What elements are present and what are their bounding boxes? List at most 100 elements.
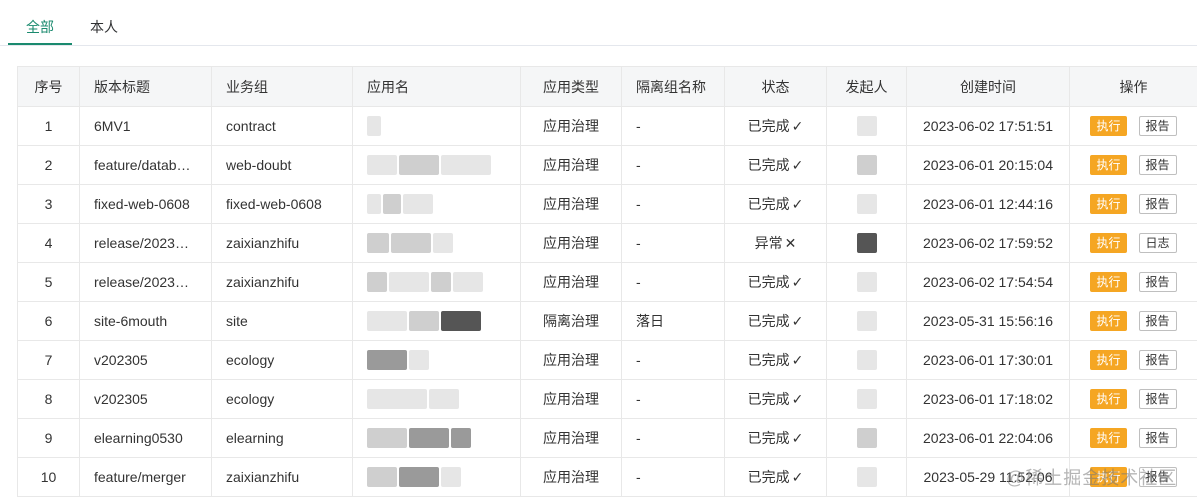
cell-actions: 执行 报告: [1069, 418, 1197, 458]
status-text: 已完成: [747, 313, 790, 329]
cell-title: v202305: [79, 379, 212, 419]
cell-app-type: 应用治理: [520, 262, 622, 302]
redacted-block: [367, 155, 397, 175]
cell-group: fixed-web-0608: [211, 184, 353, 224]
execute-button[interactable]: 执行: [1090, 155, 1127, 175]
report-button[interactable]: 报告: [1138, 194, 1177, 214]
table-row: 8 v202305 ecology 应用治理 - 已完成 ✓ 2023-06-01…: [17, 379, 1197, 419]
cell-no: 5: [17, 262, 80, 302]
redacted-block: [433, 233, 453, 253]
table-row: 7 v202305 ecology 应用治理 - 已完成 ✓ 2023-06-01…: [17, 340, 1197, 380]
header-initiator: 发起人: [826, 66, 907, 107]
report-button[interactable]: 报告: [1138, 350, 1177, 370]
tab-all[interactable]: 全部: [26, 17, 54, 37]
execute-button[interactable]: 执行: [1090, 350, 1127, 370]
cell-created: 2023-06-01 12:44:16: [906, 184, 1070, 224]
cell-group: ecology: [211, 379, 353, 419]
cell-isolation: 落日: [621, 301, 725, 341]
report-button[interactable]: 报告: [1138, 116, 1177, 136]
report-button[interactable]: 报告: [1138, 389, 1177, 409]
check-icon: ✓: [791, 352, 804, 368]
cell-app-type: 应用治理: [520, 106, 622, 146]
redacted-block: [403, 194, 433, 214]
cell-app-type: 应用治理: [520, 418, 622, 458]
cell-no: 9: [17, 418, 80, 458]
cell-created: 2023-06-01 17:30:01: [906, 340, 1070, 380]
table-header-row: 序号 版本标题 业务组 应用名 应用类型 隔离组名称 状态 发起人 创建时间 操…: [17, 66, 1197, 107]
redacted-block: [367, 389, 427, 409]
redacted-block: [409, 428, 449, 448]
cell-actions: 执行 报告: [1069, 106, 1197, 146]
cross-icon: ✕: [784, 235, 797, 251]
redacted-block: [367, 194, 381, 214]
execute-button[interactable]: 执行: [1090, 233, 1127, 253]
tab-mine[interactable]: 本人: [90, 17, 118, 37]
report-button[interactable]: 报告: [1138, 272, 1177, 292]
cell-title-text: fixed-web-0608: [94, 196, 190, 212]
cell-app-type: 隔离治理: [520, 301, 622, 341]
header-isolation: 隔离组名称: [621, 66, 725, 107]
cell-app-name: [352, 379, 521, 419]
cell-app-name: [352, 262, 521, 302]
redacted-avatar: [856, 350, 877, 370]
report-button[interactable]: 报告: [1138, 311, 1177, 331]
cell-status: 已完成 ✓: [724, 301, 827, 341]
cell-actions: 执行 报告: [1069, 184, 1197, 224]
cell-created: 2023-06-01 20:15:04: [906, 145, 1070, 185]
cell-created: 2023-06-01 22:04:06: [906, 418, 1070, 458]
redacted-block: [391, 233, 431, 253]
cell-app-name: [352, 340, 521, 380]
redacted-block: [367, 350, 407, 370]
execute-button[interactable]: 执行: [1090, 389, 1127, 409]
check-icon: ✓: [791, 313, 804, 329]
cell-status: 已完成 ✓: [724, 106, 827, 146]
redacted-block: [441, 311, 481, 331]
header-title: 版本标题: [79, 66, 212, 107]
report-button[interactable]: 报告: [1138, 155, 1177, 175]
cell-no: 3: [17, 184, 80, 224]
cell-no: 10: [17, 457, 80, 497]
cell-isolation: -: [621, 457, 725, 497]
cell-app-type: 应用治理: [520, 379, 622, 419]
table-row: 6 site-6mouth site 隔离治理 落日 已完成 ✓ 2023-05-…: [17, 301, 1197, 341]
cell-status: 已完成 ✓: [724, 145, 827, 185]
cell-isolation: -: [621, 418, 725, 458]
cell-app-name: [352, 145, 521, 185]
log-button[interactable]: 日志: [1138, 233, 1177, 253]
check-icon: ✓: [791, 274, 804, 290]
status-text: 已完成: [747, 157, 790, 173]
table-row: 5 release/2023… zaixianzhifu 应用治理 - 已完成 ✓…: [17, 262, 1197, 302]
cell-isolation: -: [621, 106, 725, 146]
execute-button[interactable]: 执行: [1090, 194, 1127, 214]
redacted-block: [389, 272, 429, 292]
redacted-block: [441, 467, 461, 487]
cell-status: 已完成 ✓: [724, 340, 827, 380]
cell-no: 4: [17, 223, 80, 263]
redacted-block: [441, 155, 491, 175]
cell-title-text: site-6mouth: [94, 313, 168, 329]
cell-group: site: [211, 301, 353, 341]
cell-initiator: [826, 340, 907, 380]
redacted-avatar: [856, 389, 877, 409]
status-text: 已完成: [747, 118, 790, 134]
status-text: 已完成: [747, 352, 790, 368]
cell-isolation: -: [621, 223, 725, 263]
table-row: 9 elearning0530 elearning 应用治理 - 已完成 ✓ 20…: [17, 418, 1197, 458]
cell-title: feature/datab…: [79, 145, 212, 185]
cell-no: 7: [17, 340, 80, 380]
execute-button[interactable]: 执行: [1090, 311, 1127, 331]
cell-initiator: [826, 301, 907, 341]
cell-no: 1: [17, 106, 80, 146]
execute-button[interactable]: 执行: [1090, 428, 1127, 448]
cell-app-type: 应用治理: [520, 223, 622, 263]
report-button[interactable]: 报告: [1138, 428, 1177, 448]
cell-initiator: [826, 457, 907, 497]
check-icon: ✓: [791, 118, 804, 134]
execute-button[interactable]: 执行: [1090, 272, 1127, 292]
cell-group: zaixianzhifu: [211, 262, 353, 302]
cell-title-text: v202305: [94, 352, 148, 368]
watermark: @稀土掘金技术社区: [1006, 468, 1178, 488]
execute-button[interactable]: 执行: [1090, 116, 1127, 136]
cell-app-name: [352, 457, 521, 497]
redacted-avatar: [856, 467, 877, 487]
